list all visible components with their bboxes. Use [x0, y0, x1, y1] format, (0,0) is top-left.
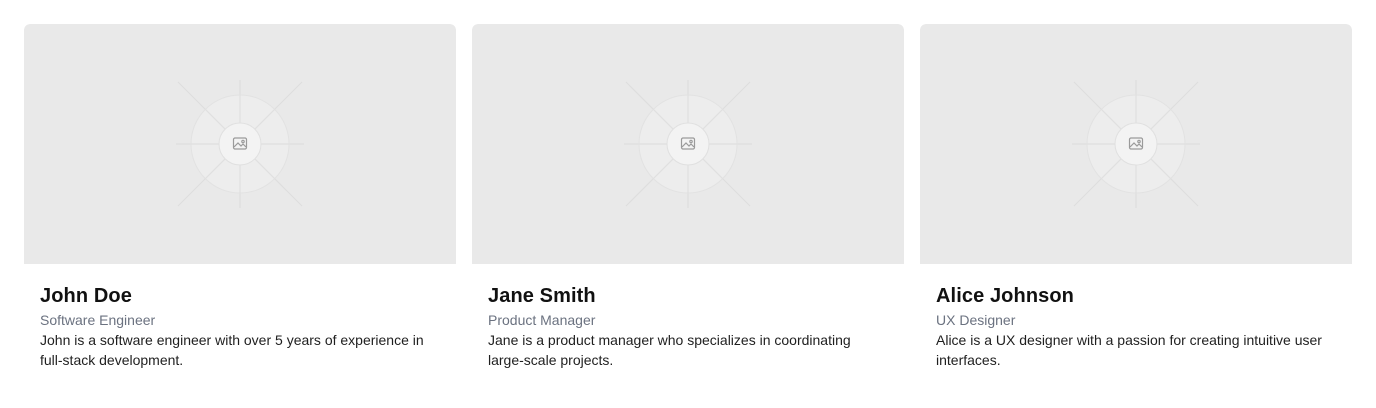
person-description: John is a software engineer with over 5 …	[40, 332, 424, 368]
person-role: Software Engineer	[40, 312, 156, 328]
team-card: John Doe Software Engineer John is a sof…	[24, 24, 456, 370]
team-card-grid: John Doe Software Engineer John is a sof…	[24, 24, 1352, 370]
person-role: Product Manager	[488, 312, 596, 328]
image-placeholder-icon	[176, 80, 304, 208]
person-role: UX Designer	[936, 312, 1016, 328]
person-description: Jane is a product manager who specialize…	[488, 332, 851, 368]
image-placeholder-icon	[1072, 80, 1200, 208]
person-description: Alice is a UX designer with a passion fo…	[936, 332, 1322, 368]
card-image	[472, 24, 904, 264]
card-body: Jane Smith Product Manager Jane is a pro…	[472, 264, 904, 370]
card-body: John Doe Software Engineer John is a sof…	[24, 264, 456, 370]
team-card: Jane Smith Product Manager Jane is a pro…	[472, 24, 904, 370]
team-card: Alice Johnson UX Designer Alice is a UX …	[920, 24, 1352, 370]
card-body: Alice Johnson UX Designer Alice is a UX …	[920, 264, 1352, 370]
card-image	[920, 24, 1352, 264]
image-placeholder-icon	[624, 80, 752, 208]
card-image	[24, 24, 456, 264]
person-name: Alice Johnson	[936, 285, 1074, 307]
person-name: Jane Smith	[488, 285, 596, 307]
person-name: John Doe	[40, 285, 132, 307]
